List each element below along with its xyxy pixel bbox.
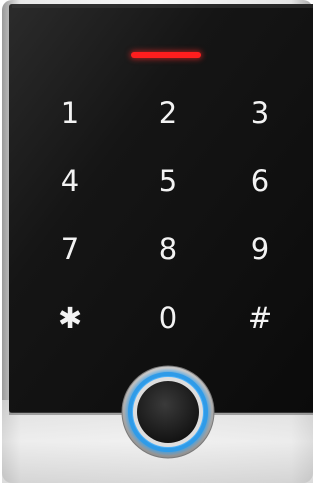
status-indicator-light [131,52,201,58]
key-2[interactable]: 2 [138,88,198,138]
key-6[interactable]: 6 [230,156,290,206]
key-hash[interactable]: # [230,293,290,343]
card-reader-button[interactable] [123,367,214,458]
key-0[interactable]: 0 [138,293,198,343]
key-5[interactable]: 5 [138,156,198,206]
keypad: 1 2 3 4 5 6 7 8 9 ✱ 0 # [20,88,313,352]
key-8[interactable]: 8 [138,224,198,274]
key-4[interactable]: 4 [40,156,100,206]
key-9[interactable]: 9 [230,224,290,274]
key-3[interactable]: 3 [230,88,290,138]
key-7[interactable]: 7 [40,224,100,274]
keypad-access-device: 1 2 3 4 5 6 7 8 9 ✱ 0 # [0,0,313,483]
key-star[interactable]: ✱ [40,293,100,343]
key-1[interactable]: 1 [40,88,100,138]
